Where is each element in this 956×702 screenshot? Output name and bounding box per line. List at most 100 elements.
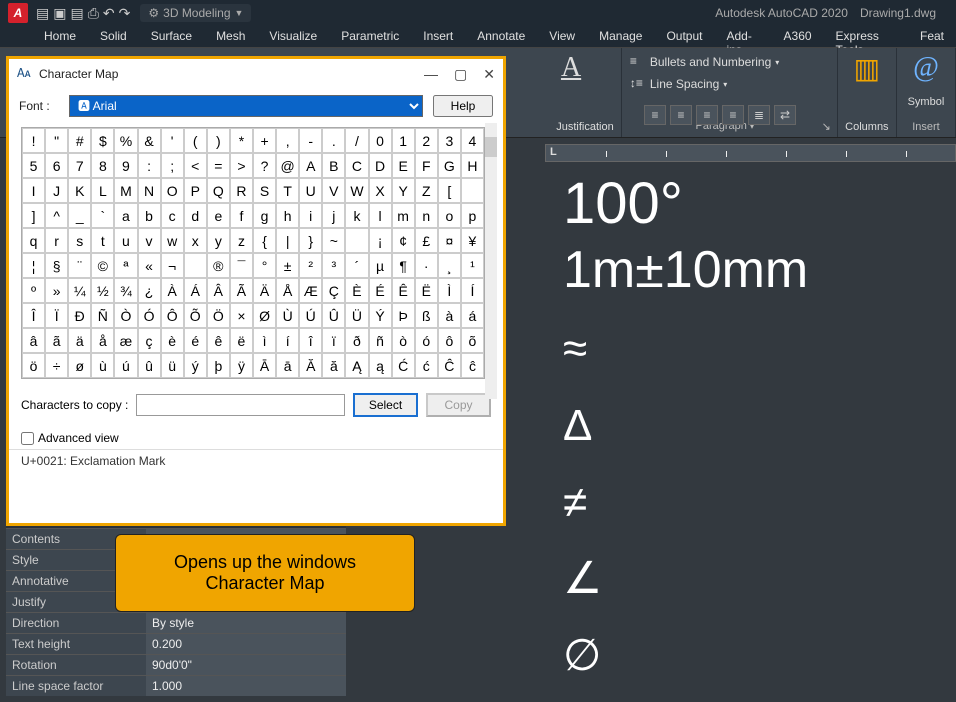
char-cell[interactable]: ì bbox=[253, 328, 276, 353]
char-cell[interactable]: § bbox=[45, 253, 68, 278]
char-cell[interactable]: ¹ bbox=[461, 253, 484, 278]
copy-button[interactable]: Copy bbox=[426, 393, 491, 417]
font-select[interactable]: 🅰 Arial bbox=[69, 95, 423, 117]
char-cell[interactable]: r bbox=[45, 228, 68, 253]
char-cell[interactable]: G bbox=[438, 153, 461, 178]
char-cell[interactable]: A bbox=[299, 153, 322, 178]
char-cell[interactable]: £ bbox=[415, 228, 438, 253]
align-center-icon[interactable]: ≡ bbox=[670, 105, 692, 125]
char-cell[interactable]: U bbox=[299, 178, 322, 203]
char-cell[interactable]: " bbox=[45, 128, 68, 153]
char-cell[interactable]: 9 bbox=[114, 153, 137, 178]
char-cell[interactable]: ¦ bbox=[22, 253, 45, 278]
char-cell[interactable]: Ã bbox=[230, 278, 253, 303]
grid-scrollbar[interactable] bbox=[485, 123, 497, 399]
ribbon-tab-output[interactable]: Output bbox=[654, 26, 714, 47]
ribbon-tab-solid[interactable]: Solid bbox=[88, 26, 139, 47]
char-cell[interactable]: ) bbox=[207, 128, 230, 153]
char-cell[interactable]: ¼ bbox=[68, 278, 91, 303]
ribbon-tab-mesh[interactable]: Mesh bbox=[204, 26, 257, 47]
char-cell[interactable]: ÷ bbox=[45, 353, 68, 378]
justify-icon[interactable]: ≡ bbox=[722, 105, 744, 125]
char-cell[interactable]: Ë bbox=[415, 278, 438, 303]
char-cell[interactable]: î bbox=[299, 328, 322, 353]
char-cell[interactable]: Ä bbox=[253, 278, 276, 303]
ribbon-tab-feat[interactable]: Feat bbox=[908, 26, 956, 47]
char-cell[interactable]: Ā bbox=[253, 353, 276, 378]
symbol-icon[interactable]: @ bbox=[910, 52, 942, 84]
char-cell[interactable]: é bbox=[184, 328, 207, 353]
ribbon-tab-view[interactable]: View bbox=[537, 26, 587, 47]
char-cell[interactable]: ê bbox=[207, 328, 230, 353]
char-cell[interactable]: 2 bbox=[415, 128, 438, 153]
char-cell[interactable]: © bbox=[91, 253, 114, 278]
char-cell[interactable]: ` bbox=[91, 203, 114, 228]
distribute-icon[interactable]: ≣ bbox=[748, 105, 770, 125]
property-row[interactable]: Line space factor1.000 bbox=[6, 675, 346, 696]
drawing-symbol[interactable]: ∠ bbox=[563, 553, 956, 606]
char-cell[interactable]: · bbox=[415, 253, 438, 278]
char-cell[interactable]: Ê bbox=[392, 278, 415, 303]
char-cell[interactable]: k bbox=[345, 203, 368, 228]
char-cell[interactable]: h bbox=[276, 203, 299, 228]
char-cell[interactable]: ä bbox=[68, 328, 91, 353]
char-cell[interactable]: º bbox=[22, 278, 45, 303]
char-cell[interactable]: á bbox=[461, 303, 484, 328]
char-cell[interactable]: I bbox=[22, 178, 45, 203]
char-cell[interactable]: â bbox=[22, 328, 45, 353]
char-cell[interactable]: } bbox=[299, 228, 322, 253]
char-cell[interactable]: ª bbox=[114, 253, 137, 278]
char-cell[interactable]: Ì bbox=[438, 278, 461, 303]
char-cell[interactable]: ó bbox=[415, 328, 438, 353]
char-cell[interactable]: i bbox=[299, 203, 322, 228]
drawing-symbol[interactable]: ≠ bbox=[563, 477, 956, 530]
char-cell[interactable]: N bbox=[138, 178, 161, 203]
char-cell[interactable]: ñ bbox=[369, 328, 392, 353]
align-left-icon[interactable]: ≡ bbox=[644, 105, 666, 125]
char-cell[interactable]: f bbox=[230, 203, 253, 228]
char-cell[interactable]: ¤ bbox=[438, 228, 461, 253]
char-cell[interactable]: û bbox=[138, 353, 161, 378]
ribbon-tab-insert[interactable]: Insert bbox=[411, 26, 465, 47]
char-cell[interactable]: l bbox=[369, 203, 392, 228]
char-cell[interactable]: : bbox=[138, 153, 161, 178]
combine-icon[interactable]: ⇄ bbox=[774, 105, 796, 125]
char-cell[interactable]: V bbox=[322, 178, 345, 203]
char-cell[interactable]: z bbox=[230, 228, 253, 253]
char-cell[interactable]: @ bbox=[276, 153, 299, 178]
char-cell[interactable]: þ bbox=[207, 353, 230, 378]
char-cell[interactable]: B bbox=[322, 153, 345, 178]
char-cell[interactable]: ~ bbox=[322, 228, 345, 253]
columns-icon[interactable]: ▥ bbox=[851, 52, 883, 84]
char-cell[interactable]: ^ bbox=[45, 203, 68, 228]
char-cell[interactable]: j bbox=[322, 203, 345, 228]
char-cell[interactable]: O bbox=[161, 178, 184, 203]
char-cell[interactable]: p bbox=[461, 203, 484, 228]
char-cell[interactable]: u bbox=[114, 228, 137, 253]
property-row[interactable]: Text height0.200 bbox=[6, 633, 346, 654]
char-cell[interactable]: ô bbox=[438, 328, 461, 353]
char-cell[interactable]: g bbox=[253, 203, 276, 228]
linespacing-button[interactable]: ↕≡ Line Spacing ▾ bbox=[628, 74, 831, 94]
char-cell[interactable]: o bbox=[438, 203, 461, 228]
char-cell[interactable]: x bbox=[184, 228, 207, 253]
char-cell[interactable] bbox=[461, 178, 484, 203]
char-cell[interactable]: > bbox=[230, 153, 253, 178]
char-cell[interactable]: ÿ bbox=[230, 353, 253, 378]
char-cell[interactable]: # bbox=[68, 128, 91, 153]
char-cell[interactable]: - bbox=[299, 128, 322, 153]
char-cell[interactable]: M bbox=[114, 178, 137, 203]
ribbon-tab-add-ins[interactable]: Add-ins bbox=[715, 26, 772, 47]
char-cell[interactable]: y bbox=[207, 228, 230, 253]
char-cell[interactable]: = bbox=[207, 153, 230, 178]
char-cell[interactable]: » bbox=[45, 278, 68, 303]
char-cell[interactable]: Â bbox=[207, 278, 230, 303]
char-cell[interactable]: R bbox=[230, 178, 253, 203]
char-cell[interactable]: [ bbox=[438, 178, 461, 203]
char-cell[interactable]: ? bbox=[253, 153, 276, 178]
char-cell[interactable]: 8 bbox=[91, 153, 114, 178]
char-cell[interactable]: + bbox=[253, 128, 276, 153]
char-cell[interactable]: Ô bbox=[161, 303, 184, 328]
char-cell[interactable]: ĉ bbox=[461, 353, 484, 378]
char-cell[interactable]: ¬ bbox=[161, 253, 184, 278]
